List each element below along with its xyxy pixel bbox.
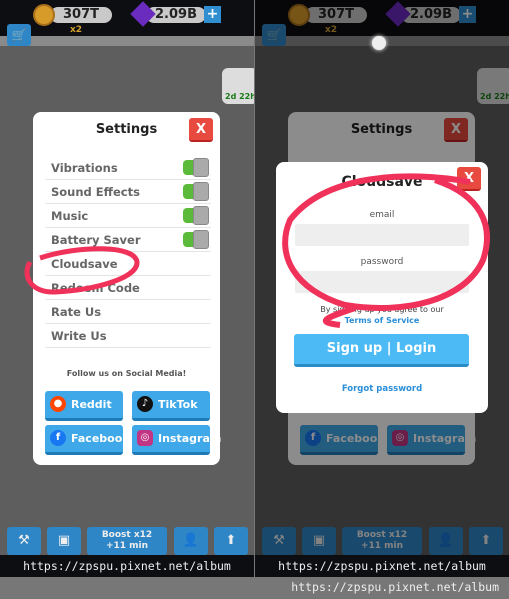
setting-label: Sound Effects [51,185,140,199]
instagram-icon: ◎ [137,430,153,446]
close-cloudsave-button[interactable]: X [457,167,481,191]
tiktok-label: TikTok [158,398,198,411]
setting-label: Music [51,209,89,223]
upgrade-arrow-button[interactable]: ⬆ [214,527,248,555]
coin-icon [33,4,55,26]
add-gems-button[interactable]: + [204,6,221,23]
coin-multiplier: x2 [70,25,83,35]
gem-count: 2.09B [146,7,206,23]
instagram-label: Instagram [158,432,222,445]
cloudsave-dialog: Cloudsave X email password By signing up… [276,162,488,413]
forgot-password-link[interactable]: Forgot password [276,384,488,394]
tiktok-icon: ♪ [137,396,153,412]
settings-dialog: Settings X Vibrations Sound Effects Musi… [33,112,221,465]
hammer-button[interactable]: ⚒ [7,527,41,555]
setting-sound-effects[interactable]: Sound Effects [45,180,211,204]
profile-button[interactable]: 👤 [174,527,208,555]
password-field[interactable] [295,271,469,293]
battery-toggle[interactable] [183,230,209,249]
left-screen: 307T x2 2.09B + 🛒 2d 22h Settings X Vibr… [0,0,254,577]
password-label: password [360,257,404,267]
signup-login-button[interactable]: Sign up | Login [294,334,469,367]
bottom-toolbar: ⚒ ▣ Boost x12 +11 min 👤 ⬆ [0,527,254,555]
setting-rate-us[interactable]: Rate Us [45,300,211,324]
tiktok-button[interactable]: ♪ TikTok [132,391,210,421]
reddit-label: Reddit [71,398,112,411]
setting-label: Battery Saver [51,233,141,247]
setting-label: Vibrations [51,161,118,175]
facebook-button[interactable]: f Facebook [45,425,130,455]
shop-cart-icon[interactable]: 🛒 [7,24,31,46]
instagram-button[interactable]: ◎ Instagram [132,425,221,455]
setting-redeem-code[interactable]: Redeem Code [45,276,211,300]
terms-text: By signing up you agree to our Terms of S… [276,304,488,326]
watermark-bottom: https://zpspu.pixnet.net/album [291,580,499,594]
terms-link[interactable]: Terms of Service [345,316,420,325]
follow-label: Follow us on Social Media! [66,369,187,378]
watermark: https://zpspu.pixnet.net/album [0,555,254,577]
music-toggle[interactable] [183,206,209,225]
facebook-label: Facebook [71,432,130,445]
coin-count: 307T [50,7,112,23]
vibrations-toggle[interactable] [183,158,209,177]
timer-badge[interactable]: 2d 22h [222,68,254,104]
setting-cloudsave[interactable]: Cloudsave [45,252,211,276]
reddit-icon: ● [50,396,66,412]
hud: 307T x2 2.09B + [0,0,254,36]
reddit-button[interactable]: ● Reddit [45,391,123,421]
email-label: email [369,210,395,220]
sound-toggle[interactable] [183,182,209,201]
divider [0,36,254,46]
email-field[interactable] [295,224,469,246]
terms-prefix: By signing up you agree to our [320,305,444,314]
vault-button[interactable]: ▣ [47,527,81,555]
boost-button[interactable]: Boost x12 +11 min [87,527,167,555]
setting-battery-saver[interactable]: Battery Saver [45,228,211,252]
watermark: https://zpspu.pixnet.net/album [255,555,509,577]
facebook-icon: f [50,430,66,446]
setting-write-us[interactable]: Write Us [45,324,211,348]
boost-label: Boost x12 [101,530,153,540]
boost-sub: +11 min [105,541,149,551]
right-screen: 307T x2 2.09B + 🛒 2d 22h Settings X f Fac… [255,0,509,577]
close-settings-button[interactable]: X [189,118,213,142]
touch-indicator [372,36,386,50]
setting-vibrations[interactable]: Vibrations [45,156,211,180]
setting-music[interactable]: Music [45,204,211,228]
